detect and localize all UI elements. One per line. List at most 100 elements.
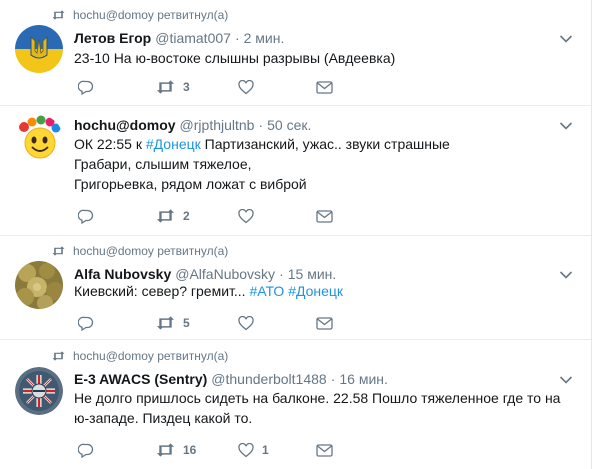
author-name[interactable]: E-3 AWACS (Sentry) (74, 371, 207, 387)
author-name[interactable]: Alfa Nubovsky (74, 266, 171, 282)
direct-message-button[interactable] (316, 443, 333, 457)
reply-button[interactable] (78, 316, 102, 331)
gold-texture-avatar-icon (15, 261, 63, 309)
avatar[interactable] (15, 367, 63, 415)
tweet-header: E-3 AWACS (Sentry) @thunderbolt1488 · 16… (74, 371, 388, 387)
retweet-context[interactable]: hochu@domoy ретвитнул(а) (52, 8, 228, 22)
reply-icon (78, 209, 94, 224)
tweet-text: ОК 22:55 к #Донецк Партизанский, ужас.. … (74, 134, 450, 194)
tweet[interactable]: hochu@domoy ретвитнул(а) Alfa Nubovsky @… (0, 236, 591, 340)
separator-dot: · (234, 30, 240, 46)
retweet-button[interactable]: 5 (156, 316, 190, 330)
hashtag-link[interactable]: #Донецк (288, 283, 343, 299)
direct-message-button[interactable] (316, 209, 333, 223)
heart-icon (238, 79, 254, 94)
reply-icon (78, 80, 94, 95)
like-count: 1 (262, 443, 269, 457)
reply-icon (78, 316, 94, 331)
text-segment: ОК 22:55 к (74, 136, 146, 152)
author-handle[interactable]: @rjpthjultnb (180, 117, 255, 133)
tweet[interactable]: hochu@domoy ретвитнул(а) Летов Егор @tia… (0, 0, 591, 106)
retweet-context[interactable]: hochu@domoy ретвитнул(а) (52, 244, 228, 258)
author-name[interactable]: hochu@domoy (74, 117, 176, 133)
retweet-icon (156, 80, 175, 94)
tweet-header: Летов Егор @tiamat007 · 2 мин. (74, 30, 284, 46)
tweet-text-line: ю-западе. Пиздец какой то. (74, 410, 253, 426)
tweet-text: Не долго пришлось сидеть на балконе. 22.… (74, 388, 560, 428)
like-button[interactable] (238, 208, 262, 224)
text-segment: Киевский: север? гремит... (74, 283, 250, 299)
direct-message-button[interactable] (316, 316, 333, 330)
heart-icon (238, 208, 254, 223)
retweet-count: 16 (183, 443, 197, 457)
timestamp[interactable]: 16 мин. (339, 371, 388, 387)
retweet-count: 5 (183, 316, 190, 330)
tweet-text: 23-10 На ю-востоке слышны разрывы (Авдее… (74, 48, 395, 68)
smiley-flower-avatar-icon (15, 115, 63, 163)
ukraine-coat-of-arms-avatar-icon (15, 25, 63, 73)
timestamp[interactable]: 15 мин. (288, 266, 337, 282)
retweet-count: 3 (183, 80, 190, 94)
envelope-icon (316, 80, 333, 94)
like-button[interactable] (238, 79, 262, 95)
retweet-icon (52, 351, 65, 361)
chevron-down-icon[interactable] (559, 34, 573, 44)
retweet-icon (52, 246, 65, 256)
separator-dot: · (330, 371, 336, 387)
separator-dot: · (258, 117, 264, 133)
reply-icon (78, 443, 94, 458)
retweet-icon (52, 10, 65, 20)
heart-icon (238, 315, 254, 330)
tweet-feed: hochu@domoy ретвитнул(а) Летов Егор @tia… (0, 0, 592, 469)
retweet-icon (156, 316, 175, 330)
author-handle[interactable]: @AlfaNubovsky (175, 266, 275, 282)
reply-button[interactable] (78, 80, 102, 95)
direct-message-button[interactable] (316, 80, 333, 94)
chevron-down-icon[interactable] (559, 121, 573, 131)
awacs-roundel-avatar-icon (15, 367, 63, 415)
avatar[interactable] (15, 25, 63, 73)
author-handle[interactable]: @tiamat007 (155, 30, 231, 46)
retweet-context-label: hochu@domoy ретвитнул(а) (73, 244, 229, 258)
retweet-context[interactable]: hochu@domoy ретвитнул(а) (52, 349, 228, 363)
text-segment: Партизанский, ужас.. звуки страшные (200, 136, 450, 152)
author-handle[interactable]: @thunderbolt1488 (211, 371, 326, 387)
like-button[interactable]: 1 (238, 442, 269, 458)
envelope-icon (316, 316, 333, 330)
reply-button[interactable] (78, 209, 102, 224)
hashtag-link[interactable]: #АТО (249, 283, 284, 299)
chevron-down-icon[interactable] (559, 270, 573, 280)
tweet[interactable]: hochu@domoy @rjpthjultnb · 50 сек. ОК 22… (0, 106, 591, 236)
separator-dot: · (279, 266, 284, 282)
tweet-header: Alfa Nubovsky @AlfaNubovsky · 15 мин. (74, 266, 336, 282)
retweet-count: 2 (183, 209, 190, 223)
like-button[interactable] (238, 315, 262, 331)
hashtag-link[interactable]: #Донецк (146, 136, 201, 152)
retweet-context-label: hochu@domoy ретвитнул(а) (73, 349, 229, 363)
tweet-text-line: 23-10 На ю-востоке слышны разрывы (Авдее… (74, 50, 396, 66)
reply-button[interactable] (78, 443, 102, 458)
author-name[interactable]: Летов Егор (74, 30, 151, 46)
tweet[interactable]: hochu@domoy ретвитнул(а) E-3 AWACS (Sent… (0, 340, 591, 469)
retweet-button[interactable]: 2 (156, 209, 190, 223)
timestamp[interactable]: 50 сек. (267, 117, 311, 133)
avatar[interactable] (15, 261, 63, 309)
tweet-header: hochu@domoy @rjpthjultnb · 50 сек. (74, 117, 311, 133)
retweet-button[interactable]: 16 (156, 443, 196, 457)
tweet-text-line: Киевский: север? гремит... #АТО #Донецк (74, 281, 343, 301)
retweet-icon (156, 209, 175, 223)
tweet-text-line: Не долго пришлось сидеть на балконе. 22.… (74, 390, 561, 406)
retweet-icon (156, 443, 175, 457)
tweet-text-line: Грабари, слышим тяжелое, (74, 156, 252, 172)
heart-icon (238, 442, 254, 457)
tweet-text-line: ОК 22:55 к #Донецк Партизанский, ужас.. … (74, 134, 450, 154)
tweet-text-line: Григорьевка, рядом ложат с виброй (74, 176, 307, 192)
envelope-icon (316, 443, 333, 457)
retweet-context-label: hochu@domoy ретвитнул(а) (73, 8, 229, 22)
tweet-text: Киевский: север? гремит... #АТО #Донецк (74, 281, 343, 301)
envelope-icon (316, 209, 333, 223)
retweet-button[interactable]: 3 (156, 80, 190, 94)
avatar[interactable] (15, 115, 63, 163)
chevron-down-icon[interactable] (559, 375, 573, 385)
timestamp[interactable]: 2 мин. (244, 30, 285, 46)
